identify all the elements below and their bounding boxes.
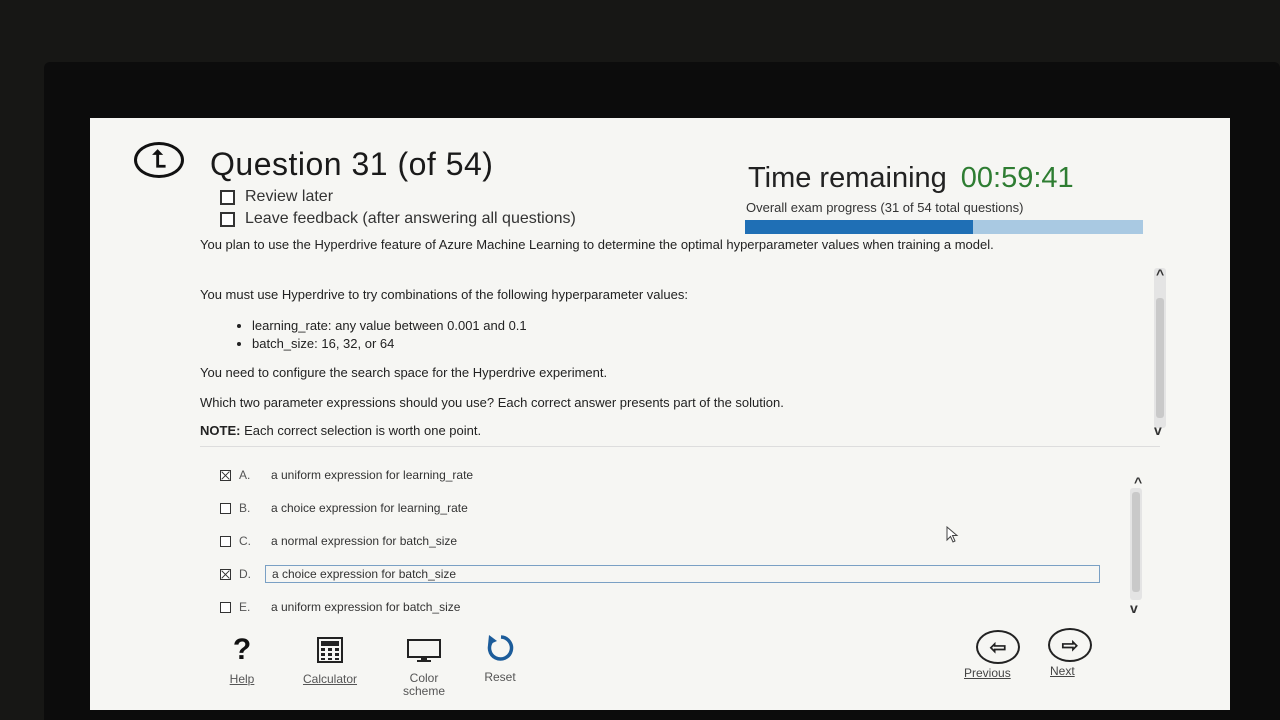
option-letter: D.	[239, 567, 251, 581]
previous-button-label[interactable]: Previous	[964, 666, 1011, 680]
help-label: Help	[229, 672, 255, 686]
calculator-label: Calculator	[302, 672, 358, 686]
option-letter: E.	[239, 600, 251, 614]
section-divider	[200, 446, 1160, 447]
chevron-up-icon[interactable]: ^	[1156, 266, 1164, 282]
exam-screen: ⮤ Question 31 (of 54) Review later Leave…	[90, 118, 1230, 710]
exam-progress-label: Overall exam progress (31 of 54 total qu…	[746, 200, 1024, 215]
answer-option-a[interactable]: A. a uniform expression for learning_rat…	[220, 466, 1100, 484]
color-scheme-label: Color scheme	[402, 671, 446, 698]
chevron-down-icon[interactable]: v	[1154, 422, 1162, 438]
question-intro: You plan to use the Hyperdrive feature o…	[200, 237, 994, 252]
answer-option-e[interactable]: E. a uniform expression for batch_size	[220, 598, 1100, 616]
question-task: You need to configure the search space f…	[200, 365, 608, 380]
answer-option-d[interactable]: D. a choice expression for batch_size	[220, 565, 1100, 583]
review-later-checkbox[interactable]: Review later	[220, 188, 333, 206]
color-scheme-button[interactable]: Color scheme	[384, 632, 464, 698]
option-text: a choice expression for batch_size	[265, 565, 1100, 583]
exam-progress-bar	[745, 220, 1143, 234]
time-remaining-value: 00:59:41	[960, 162, 1074, 194]
previous-arrow-icon[interactable]: ⇦	[976, 630, 1020, 664]
checkbox-icon[interactable]	[220, 211, 235, 227]
scrollbar-thumb[interactable]	[1132, 492, 1140, 592]
list-item: batch_size: 16, 32, or 64	[252, 336, 527, 351]
question-requirement: You must use Hyperdrive to try combinati…	[200, 287, 688, 302]
checkbox-icon[interactable]	[220, 601, 231, 613]
scrollbar-thumb[interactable]	[1156, 298, 1164, 418]
option-letter: C.	[239, 534, 251, 548]
back-arrow-icon[interactable]: ⮤	[134, 142, 184, 178]
option-text: a choice expression for learning_rate	[271, 501, 468, 515]
reset-button[interactable]: Reset	[460, 630, 540, 684]
monitor-icon	[384, 632, 464, 668]
option-text: a normal expression for batch_size	[271, 534, 458, 548]
time-remaining: Time remaining 00:59:41	[748, 162, 1074, 195]
checkbox-checked-icon[interactable]	[220, 469, 231, 481]
exam-progress-fill	[745, 220, 974, 234]
question-title: Question 31 (of 54)	[210, 146, 494, 182]
option-letter: B.	[239, 501, 251, 515]
calculator-icon	[290, 632, 370, 668]
checkbox-icon[interactable]	[220, 535, 231, 547]
next-button-label[interactable]: Next	[1050, 664, 1075, 678]
calculator-button[interactable]: Calculator	[290, 632, 370, 686]
time-remaining-label: Time remaining	[748, 162, 947, 194]
checkbox-icon[interactable]	[220, 502, 231, 514]
answer-option-b[interactable]: B. a choice expression for learning_rate	[220, 499, 1100, 517]
question-prompt: Which two parameter expressions should y…	[200, 395, 784, 410]
question-scrollbar[interactable]	[1154, 268, 1166, 428]
question-note: NOTE: Each correct selection is worth on…	[200, 424, 1160, 438]
mouse-cursor-icon	[946, 526, 959, 543]
hyperparameter-list: learning_rate: any value between 0.001 a…	[234, 318, 527, 354]
question-mark-icon: ?	[232, 633, 252, 666]
checkbox-checked-icon[interactable]	[220, 568, 231, 580]
checkbox-icon[interactable]	[220, 189, 235, 205]
answer-option-c[interactable]: C. a normal expression for batch_size	[220, 532, 1100, 550]
leave-feedback-label: Leave feedback (after answering all ques…	[245, 210, 576, 227]
leave-feedback-checkbox[interactable]: Leave feedback (after answering all ques…	[220, 210, 576, 228]
note-text: Each correct selection is worth one poin…	[244, 423, 482, 438]
list-item: learning_rate: any value between 0.001 a…	[252, 318, 527, 333]
note-label: NOTE:	[200, 423, 241, 438]
review-later-label: Review later	[245, 188, 334, 205]
reset-icon	[460, 630, 540, 666]
chevron-up-icon[interactable]: ^	[1134, 474, 1142, 490]
option-text: a uniform expression for learning_rate	[271, 468, 474, 482]
answers-scrollbar[interactable]	[1130, 488, 1142, 600]
next-arrow-icon[interactable]: ⇨	[1048, 628, 1092, 662]
option-letter: A.	[239, 468, 251, 482]
help-button[interactable]: ? Help	[202, 632, 282, 686]
chevron-down-icon[interactable]: v	[1130, 600, 1138, 616]
reset-label: Reset	[484, 670, 516, 684]
option-text: a uniform expression for batch_size	[271, 600, 461, 614]
